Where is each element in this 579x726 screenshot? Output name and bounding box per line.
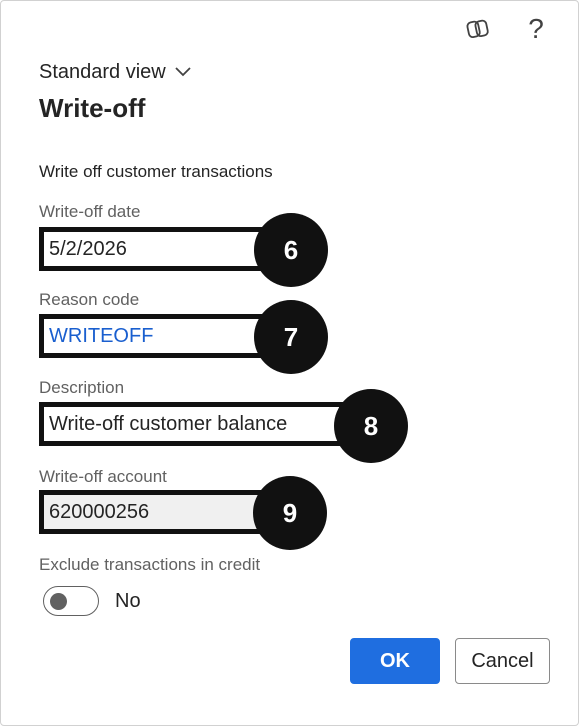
writeoff-account-value: 620000256: [49, 500, 150, 523]
callout-badge-7: 7: [254, 300, 328, 374]
view-selector-label: Standard view: [39, 61, 166, 83]
reason-code-value[interactable]: WRITEOFF: [49, 325, 153, 348]
writeoff-account-field: 620000256: [39, 490, 264, 534]
exclude-credit-state: No: [115, 589, 141, 612]
reason-code-field[interactable]: WRITEOFF: [39, 314, 264, 358]
description-label: Description: [39, 378, 125, 397]
description-value: Write-off customer balance: [49, 412, 288, 435]
toggle-knob: [50, 593, 67, 610]
description-field[interactable]: Write-off customer balance: [39, 402, 344, 446]
dialog-subtitle: Write off customer transactions: [39, 162, 273, 181]
callout-badge-6: 6: [254, 213, 328, 287]
writeoff-account-label: Write-off account: [39, 467, 167, 486]
exclude-credit-toggle[interactable]: [43, 586, 99, 616]
writeoff-date-value: 5/2/2026: [49, 237, 127, 260]
exclude-credit-row: No: [43, 586, 141, 616]
copilot-icon[interactable]: [464, 15, 492, 43]
header-actions: ?: [464, 15, 550, 43]
chevron-down-icon: [174, 61, 192, 84]
writeoff-date-label: Write-off date: [39, 202, 141, 221]
writeoff-date-field[interactable]: 5/2/2026: [39, 227, 264, 271]
callout-badge-9: 9: [253, 476, 327, 550]
exclude-credit-label: Exclude transactions in credit: [39, 555, 261, 574]
help-icon[interactable]: ?: [522, 15, 550, 43]
cancel-button[interactable]: Cancel: [455, 638, 550, 684]
view-selector[interactable]: Standard view: [39, 61, 192, 84]
callout-badge-8: 8: [334, 389, 408, 463]
ok-button[interactable]: OK: [350, 638, 440, 684]
write-off-dialog: ? Standard view Write-off Write off cust…: [0, 0, 579, 726]
reason-code-label: Reason code: [39, 290, 140, 309]
page-title: Write-off: [39, 93, 146, 123]
